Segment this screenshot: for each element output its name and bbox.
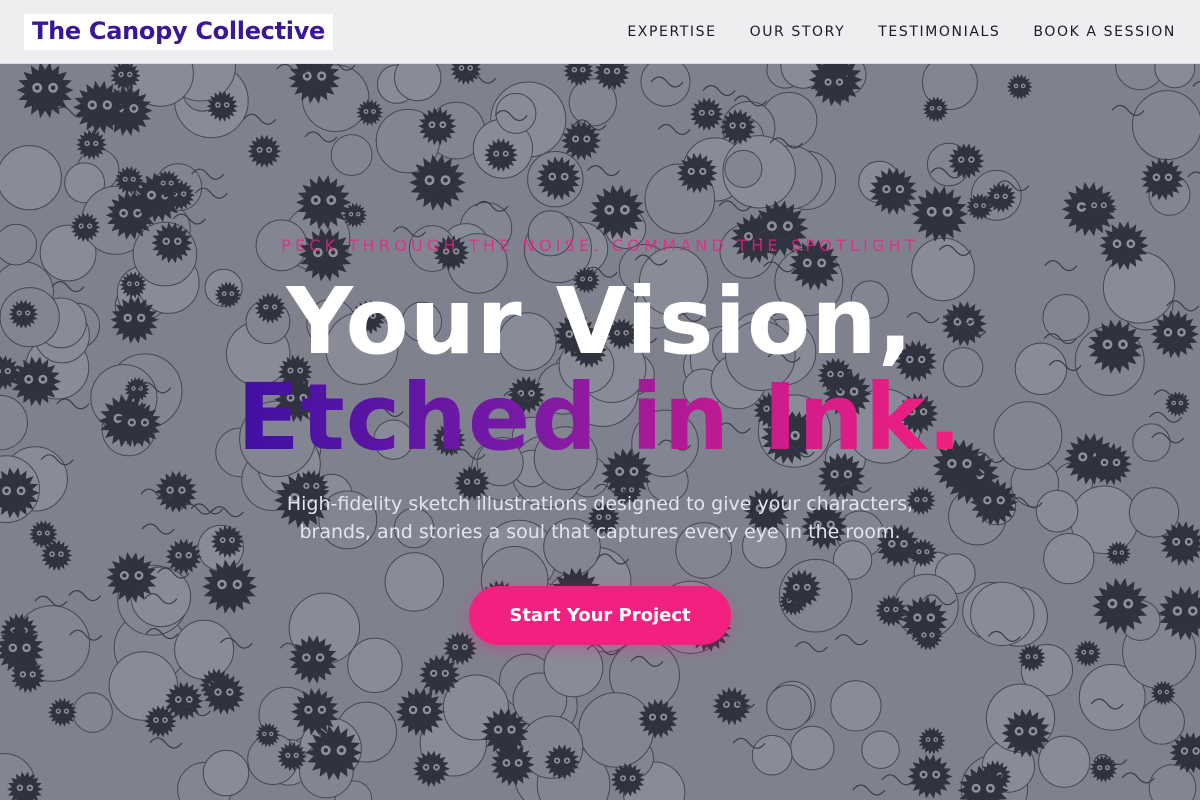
nav-link-book-a-session[interactable]: BOOK A SESSION	[1033, 24, 1176, 40]
hero-headline-line1: Your Vision,	[286, 268, 914, 375]
navbar: The Canopy Collective EXPERTISE OUR STOR…	[0, 0, 1200, 64]
hero-subtitle: High-fidelity sketch illustrations desig…	[0, 490, 1200, 546]
nav-link-expertise[interactable]: EXPERTISE	[627, 24, 716, 40]
hero-subtitle-line2: brands, and stories a soul that captures…	[299, 521, 901, 543]
brand-logo[interactable]: The Canopy Collective	[24, 13, 334, 50]
hero-subtitle-line1: High-fidelity sketch illustrations desig…	[286, 493, 914, 515]
start-project-button[interactable]: Start Your Project	[469, 586, 731, 645]
hero-headline-line2: Etched in Ink.	[0, 366, 1200, 470]
hero-section: PECK THROUGH THE NOISE. COMMAND THE SPOT…	[0, 64, 1200, 800]
nav-links: EXPERTISE OUR STORY TESTIMONIALS BOOK A …	[627, 24, 1176, 40]
nav-link-our-story[interactable]: OUR STORY	[750, 24, 846, 40]
hero-tagline: PECK THROUGH THE NOISE. COMMAND THE SPOT…	[281, 236, 919, 255]
nav-link-testimonials[interactable]: TESTIMONIALS	[878, 24, 1000, 40]
hero-headline-gradient-text: Etched in Ink.	[236, 364, 964, 471]
